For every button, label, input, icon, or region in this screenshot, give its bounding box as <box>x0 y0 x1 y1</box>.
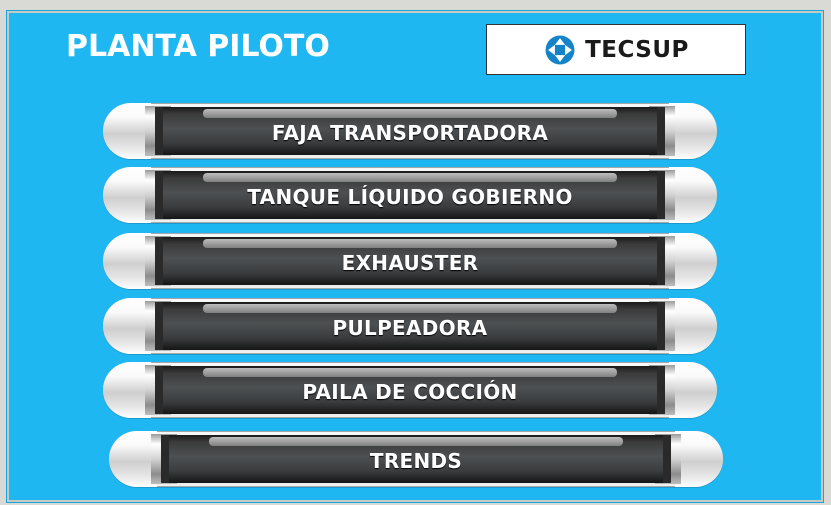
button-label: TANQUE LÍQUIDO GOBIERNO <box>247 185 573 209</box>
button-cap-left <box>109 431 157 487</box>
tecsup-logo: TECSUP <box>486 24 746 75</box>
trends-button[interactable]: TRENDS <box>109 431 723 487</box>
button-cap-right <box>669 233 717 289</box>
button-label: FAJA TRANSPORTADORA <box>271 121 549 145</box>
button-gloss <box>203 368 617 377</box>
button-cap-left <box>103 103 151 159</box>
button-gloss <box>203 304 617 313</box>
button-cap-left <box>103 167 151 223</box>
button-cap-left <box>103 362 151 418</box>
button-label: PULPEADORA <box>332 316 488 340</box>
page-title: PLANTA PILOTO <box>66 29 330 64</box>
paila-de-coccion-button[interactable]: PAILA DE COCCIÓN <box>103 362 717 418</box>
tecsup-logo-mark-icon <box>545 35 575 64</box>
button-label: TRENDS <box>369 449 463 473</box>
button-cap-left <box>103 298 151 354</box>
button-gloss <box>203 109 617 118</box>
hmi-screen: PLANTA PILOTO TECSUP FAJA TRANSPORTADORA <box>6 10 824 503</box>
logo-inner: TECSUP <box>543 33 689 67</box>
button-cap-left <box>103 233 151 289</box>
faja-transportadora-button[interactable]: FAJA TRANSPORTADORA <box>103 103 717 159</box>
exhauster-button[interactable]: EXHAUSTER <box>103 233 717 289</box>
button-cap-right <box>669 362 717 418</box>
button-cap-right <box>669 103 717 159</box>
button-gloss <box>209 437 623 446</box>
button-gloss <box>203 173 617 182</box>
button-cap-right <box>675 431 723 487</box>
button-label: EXHAUSTER <box>341 251 479 275</box>
button-cap-right <box>669 167 717 223</box>
button-gloss <box>203 239 617 248</box>
button-label: PAILA DE COCCIÓN <box>302 380 518 404</box>
pulpeadora-button[interactable]: PULPEADORA <box>103 298 717 354</box>
tanque-liquido-gobierno-button[interactable]: TANQUE LÍQUIDO GOBIERNO <box>103 167 717 223</box>
logo-text: TECSUP <box>585 36 689 63</box>
button-cap-right <box>669 298 717 354</box>
